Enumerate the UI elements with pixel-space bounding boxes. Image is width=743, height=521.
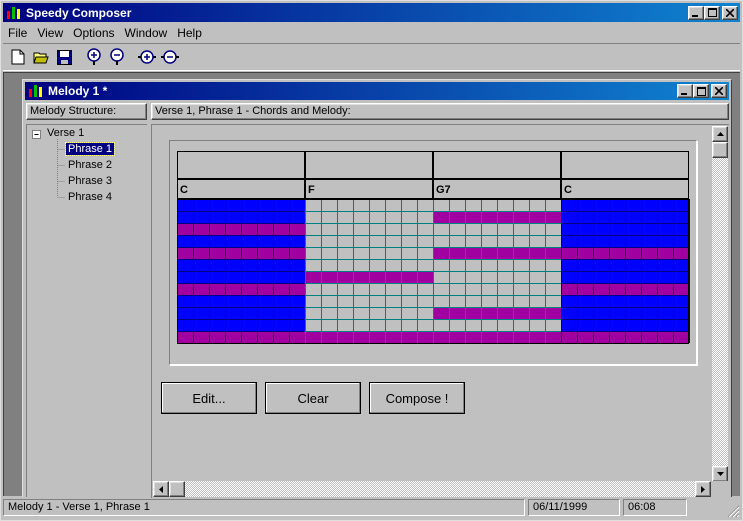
melody-window: Melody 1 * Melody Structure: Verse 1, Ph… [22, 79, 732, 498]
open-folder-icon[interactable] [30, 46, 52, 68]
edit-button[interactable]: Edit... [161, 382, 257, 414]
scroll-left-button[interactable] [153, 481, 169, 497]
status-text: Melody 1 - Verse 1, Phrase 1 [3, 499, 525, 516]
melody-structure-header: Melody Structure: [26, 103, 147, 120]
vertical-scroll-thumb[interactable] [712, 142, 728, 158]
menu-view[interactable]: View [32, 26, 68, 40]
scroll-corner [712, 481, 728, 497]
scroll-right-button[interactable] [695, 481, 711, 497]
new-file-icon[interactable] [7, 46, 29, 68]
menu-file[interactable]: File [3, 26, 32, 40]
menu-window[interactable]: Window [120, 26, 173, 40]
tree-node-phrase-2[interactable]: Phrase 2 [68, 159, 112, 171]
size-grip-icon[interactable] [690, 499, 740, 518]
melody-grid[interactable]: C F G7 C [177, 151, 693, 347]
close-button[interactable] [722, 5, 738, 20]
minimize-button[interactable] [688, 5, 704, 20]
melody-window-title: Melody 1 * [48, 84, 108, 98]
horizontal-scroll-thumb[interactable] [169, 481, 185, 497]
measure-header-cell [177, 151, 305, 179]
melody-window-icon [28, 83, 44, 99]
tree-node-phrase-3[interactable]: Phrase 3 [68, 175, 112, 187]
save-icon[interactable] [53, 46, 75, 68]
chord-label: G7 [436, 184, 451, 196]
measure-header-cell [305, 151, 433, 179]
clear-button[interactable]: Clear [265, 382, 361, 414]
menu-options[interactable]: Options [68, 26, 119, 40]
status-bar: Melody 1 - Verse 1, Phrase 1 06/11/1999 … [3, 499, 740, 518]
chords-melody-pane: C F G7 C Edit... Clear Compose ! [151, 124, 729, 498]
toolbar [3, 43, 740, 71]
zoom-in-alt-icon[interactable] [136, 46, 158, 68]
measure-header-cell [433, 151, 561, 179]
app-icon [6, 5, 22, 21]
menu-bar: File View Options Window Help [3, 23, 207, 42]
tree-node-verse-1[interactable]: Verse 1 [47, 127, 84, 139]
maximize-button[interactable] [704, 5, 720, 20]
tree-node-phrase-4[interactable]: Phrase 4 [68, 191, 112, 203]
vertical-scrollbar[interactable] [712, 126, 728, 482]
menu-help[interactable]: Help [172, 26, 207, 40]
child-maximize-button[interactable] [693, 84, 709, 98]
zoom-out-alt-icon[interactable] [159, 46, 181, 68]
chord-cell [177, 179, 305, 199]
chords-melody-header: Verse 1, Phrase 1 - Chords and Melody: [151, 103, 729, 120]
app-title: Speedy Composer [26, 5, 132, 20]
chord-cell [305, 179, 433, 199]
chord-cell [561, 179, 689, 199]
mdi-workspace: Melody 1 * Melody Structure: Verse 1, Ph… [3, 72, 740, 498]
scroll-up-button[interactable] [712, 126, 728, 142]
melody-structure-tree: Verse 1 Phrase 1 Phrase 2 Phrase 3 Phras… [26, 124, 147, 497]
compose-button[interactable]: Compose ! [369, 382, 465, 414]
app-titlebar[interactable]: Speedy Composer [3, 3, 740, 22]
child-minimize-button[interactable] [677, 84, 693, 98]
chord-label: C [564, 184, 572, 196]
chord-cell [433, 179, 561, 199]
horizontal-scrollbar[interactable] [153, 481, 711, 497]
measure-header-cell [561, 151, 689, 179]
app-window: Speedy Composer File View Options Window… [0, 0, 743, 521]
status-date: 06/11/1999 [528, 499, 620, 516]
zoom-out-icon[interactable] [106, 46, 128, 68]
chord-label: F [308, 184, 315, 196]
scroll-down-button[interactable] [712, 466, 728, 482]
child-close-button[interactable] [711, 84, 727, 98]
melody-grid-frame: C F G7 C [169, 140, 697, 365]
melody-window-titlebar[interactable]: Melody 1 * [25, 82, 729, 100]
chord-label: C [180, 184, 188, 196]
status-time: 06:08 [623, 499, 687, 516]
zoom-in-icon[interactable] [83, 46, 105, 68]
tree-node-phrase-1[interactable]: Phrase 1 [64, 142, 116, 156]
